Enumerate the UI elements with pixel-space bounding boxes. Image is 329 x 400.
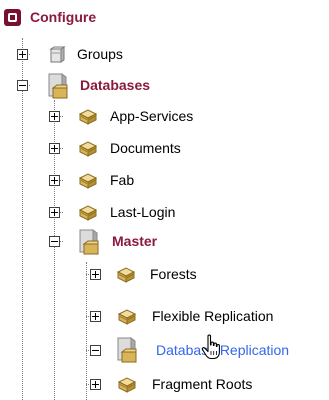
collapse-icon[interactable] (17, 80, 28, 91)
tree-node-groups[interactable]: Groups (0, 40, 140, 68)
tree-node-database-item[interactable]: Documents (0, 134, 200, 162)
tree-node-label: Master (112, 233, 158, 249)
tree-node-label: Documents (110, 140, 181, 156)
expand-icon[interactable] (49, 143, 60, 154)
expand-icon[interactable] (90, 269, 101, 280)
database-icon (78, 109, 98, 125)
tree-node-database-item[interactable]: App-Services (0, 102, 200, 130)
tree-node-database-item[interactable]: Fab (0, 166, 200, 194)
tree-node-label: Forests (150, 266, 197, 282)
tree-node-database-item[interactable]: Last-Login (0, 198, 200, 226)
expand-icon[interactable] (49, 207, 60, 218)
database-replication-icon (117, 337, 137, 363)
forest-icon (116, 267, 136, 283)
replication-icon (117, 309, 137, 325)
tree-node-flexible-replication[interactable]: Flexible Replication (0, 302, 329, 330)
expand-icon[interactable] (49, 175, 60, 186)
fragment-roots-icon (117, 377, 137, 393)
tree-node-configure[interactable]: Configure (0, 3, 140, 31)
tree-node-label: Flexible Replication (152, 308, 274, 324)
expand-icon[interactable] (90, 379, 101, 390)
collapse-icon[interactable] (90, 345, 101, 356)
tree-node-database-replication[interactable]: Database Replication (0, 336, 329, 364)
tree-node-label: App-Services (110, 108, 194, 124)
tree-node-label: Groups (77, 46, 123, 62)
expand-icon[interactable] (90, 311, 101, 322)
tree-node-forests[interactable]: Forests (0, 260, 240, 288)
tree-node-databases[interactable]: Databases (0, 71, 170, 99)
database-icon (78, 173, 98, 189)
tree-node-label: Fab (110, 172, 135, 188)
tree-node-label: Last-Login (110, 204, 176, 220)
tree-node-label: Databases (80, 77, 151, 93)
database-icon (78, 141, 98, 157)
database-icon (78, 205, 98, 221)
configure-icon (4, 9, 21, 26)
expand-icon[interactable] (17, 49, 28, 60)
tree-node-label: Fragment Roots (152, 376, 253, 392)
database-folder-icon (48, 73, 68, 99)
tree-node-fragment-roots[interactable]: Fragment Roots (0, 370, 300, 398)
expand-icon[interactable] (49, 111, 60, 122)
tree-node-label: Configure (30, 9, 97, 25)
hand-pointer-icon (201, 334, 220, 360)
tree-node-master[interactable]: Master (0, 227, 200, 255)
database-folder-icon (79, 229, 99, 255)
group-icon (49, 46, 66, 63)
collapse-icon[interactable] (49, 236, 60, 247)
